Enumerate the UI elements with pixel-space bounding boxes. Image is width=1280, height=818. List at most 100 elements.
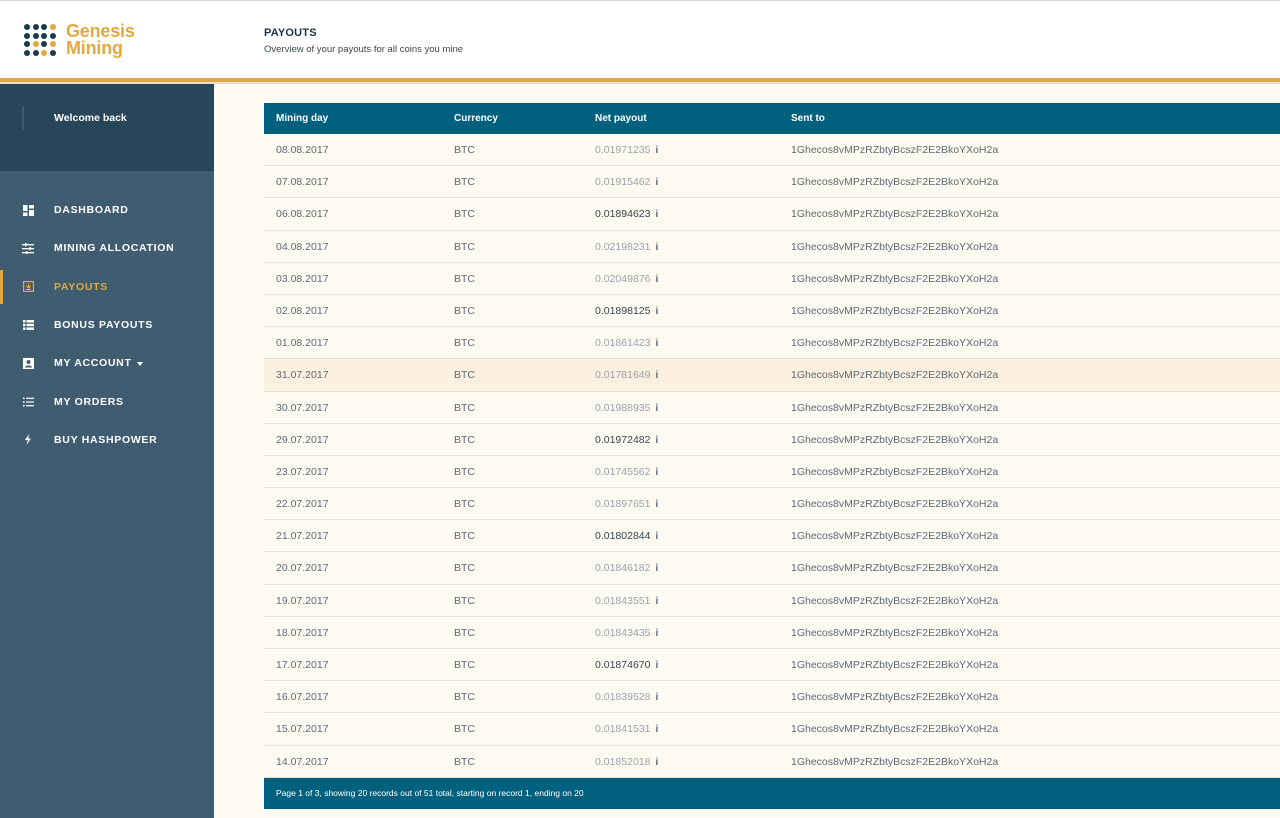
table-row[interactable]: 08.08.2017 BTC 0.01971235 i 1Ghecos8vMPzRZbt… xyxy=(264,134,1280,167)
sidebar-item-my-account[interactable]: MY ACCOUNT xyxy=(0,344,214,382)
column-header-net-payout[interactable]: Net payout xyxy=(595,113,647,124)
sidebar-item-label: BUY HASHPOWER xyxy=(54,433,158,446)
cell-net-payout: 0.01781649 i xyxy=(595,369,658,381)
cell-currency: BTC xyxy=(454,208,475,221)
sidebar-nav: DASHBOARD MINING ALLOCATION PAYOUTS BONU… xyxy=(0,191,214,459)
cell-net-payout: 0.01874670 i xyxy=(595,659,658,671)
bolt-icon xyxy=(22,434,34,446)
cell-mining-day: 06.08.2017 xyxy=(276,208,329,221)
sidebar-item-label: PAYOUTS xyxy=(54,280,108,293)
info-icon[interactable]: i xyxy=(655,306,658,317)
sidebar-item-label: MY ACCOUNT xyxy=(54,357,143,369)
cell-sent-to: 1Ghecos8vMPzRZbtyBcszF2E2BkoYXoH2a xyxy=(791,626,999,639)
table-row[interactable]: 02.08.2017 BTC 0.01898125 i 1Ghecos8vMPzRZbt… xyxy=(264,294,1280,328)
cell-net-payout: 0.01988935 i xyxy=(595,402,658,414)
cell-currency: BTC xyxy=(454,498,475,511)
table-row[interactable]: 15.07.2017 BTC 0.01841531 i 1Ghecos8vMPzRZbt… xyxy=(264,713,1280,746)
cell-currency: BTC xyxy=(454,272,475,285)
page-subtitle: Overview of your payouts for all coins y… xyxy=(264,44,464,55)
cell-mining-day: 01.08.2017 xyxy=(276,337,329,350)
cell-currency: BTC xyxy=(454,626,475,639)
cell-net-payout: 0.02049876 i xyxy=(595,273,658,285)
info-icon[interactable]: i xyxy=(655,435,658,446)
cell-currency: BTC xyxy=(454,304,475,317)
table-row[interactable]: 31.07.2017 BTC 0.01781649 i 1Ghecos8vMPzRZbt… xyxy=(264,359,1280,392)
cell-sent-to: 1Ghecos8vMPzRZbtyBcszF2E2BkoYXoH2a xyxy=(791,176,999,189)
payout-value: 0.01971235 xyxy=(595,144,651,156)
welcome-panel: Welcome back xyxy=(0,84,214,171)
table-row[interactable]: 06.08.2017 BTC 0.01894623 i 1Ghecos8vMPzRZbt… xyxy=(264,198,1280,231)
chevron-down-icon xyxy=(136,361,143,366)
cell-net-payout: 0.01898125 i xyxy=(595,305,658,317)
my-account-text: MY ACCOUNT xyxy=(54,357,132,370)
info-icon[interactable]: i xyxy=(655,596,658,607)
cell-sent-to: 1Ghecos8vMPzRZbtyBcszF2E2BkoYXoH2a xyxy=(791,208,999,221)
cell-mining-day: 23.07.2017 xyxy=(276,465,329,478)
table-row[interactable]: 23.07.2017 BTC 0.01745562 i 1Ghecos8vMPzRZbt… xyxy=(264,455,1280,489)
sidebar-item-dashboard[interactable]: DASHBOARD xyxy=(0,191,214,229)
sidebar-item-buy-hashpower[interactable]: BUY HASHPOWER xyxy=(0,421,214,459)
info-icon[interactable]: i xyxy=(655,499,658,510)
payout-value: 0.01846182 xyxy=(595,562,651,575)
info-icon[interactable]: i xyxy=(655,660,658,671)
info-icon[interactable]: i xyxy=(655,209,658,220)
welcome-text: Welcome back xyxy=(54,112,127,124)
cell-sent-to: 1Ghecos8vMPzRZbtyBcszF2E2BkoYXoH2a xyxy=(791,144,999,156)
dashboard-icon xyxy=(22,204,34,216)
info-icon[interactable]: i xyxy=(655,338,658,349)
table-row[interactable]: 07.08.2017 BTC 0.01915462 i 1Ghecos8vMPzRZbt… xyxy=(264,166,1280,199)
info-icon[interactable]: i xyxy=(655,692,658,703)
cell-sent-to: 1Ghecos8vMPzRZbtyBcszF2E2BkoYXoH2a xyxy=(791,369,999,382)
payout-value: 0.01839528 xyxy=(595,691,651,704)
table-row[interactable]: 03.08.2017 BTC 0.02049876 i 1Ghecos8vMPzRZbt… xyxy=(264,262,1280,295)
sidebar-item-payouts[interactable]: PAYOUTS xyxy=(0,268,214,306)
cell-currency: BTC xyxy=(454,176,475,189)
sidebar-item-bonus-payouts[interactable]: BONUS PAYOUTS xyxy=(0,306,214,344)
cell-sent-to: 1Ghecos8vMPzRZbtyBcszF2E2BkoYXoH2a xyxy=(791,240,999,253)
info-icon[interactable]: i xyxy=(655,145,658,156)
cell-mining-day: 20.07.2017 xyxy=(276,562,329,575)
table-row[interactable]: 14.07.2017 BTC 0.01852018 i 1Ghecos8vMPzRZbt… xyxy=(264,745,1280,778)
info-icon[interactable]: i xyxy=(655,628,658,639)
column-header-currency[interactable]: Currency xyxy=(454,113,498,124)
sidebar-item-my-orders[interactable]: MY ORDERS xyxy=(0,382,214,420)
table-row[interactable]: 30.07.2017 BTC 0.01988935 i 1Ghecos8vMPzRZbt… xyxy=(264,391,1280,424)
info-icon[interactable]: i xyxy=(655,242,658,253)
info-icon[interactable]: i xyxy=(655,757,658,768)
info-icon[interactable]: i xyxy=(655,531,658,542)
cell-mining-day: 03.08.2017 xyxy=(276,272,329,285)
table-row[interactable]: 17.07.2017 BTC 0.01874670 i 1Ghecos8vMPzRZbt… xyxy=(264,649,1280,682)
info-icon[interactable]: i xyxy=(655,724,658,735)
payout-value: 0.01898125 xyxy=(595,304,651,317)
genesis-mining-logo[interactable]: Genesis Mining xyxy=(24,22,135,59)
cell-sent-to: 1Ghecos8vMPzRZbtyBcszF2E2BkoYXoH2a xyxy=(791,755,999,768)
info-icon[interactable]: i xyxy=(655,563,658,574)
table-row[interactable]: 22.07.2017 BTC 0.01897651 i 1Ghecos8vMPzRZbt… xyxy=(264,488,1280,521)
cell-mining-day: 18.07.2017 xyxy=(276,626,329,639)
table-row[interactable]: 20.07.2017 BTC 0.01846182 i 1Ghecos8vMPzRZbt… xyxy=(264,552,1280,585)
sidebar-item-mining-allocation[interactable]: MINING ALLOCATION xyxy=(0,229,214,267)
table-row[interactable]: 04.08.2017 BTC 0.02198231 i 1Ghecos8vMPzRZbt… xyxy=(264,230,1280,263)
table-row[interactable]: 18.07.2017 BTC 0.01843435 i 1Ghecos8vMPzRZbt… xyxy=(264,616,1280,649)
cell-currency: BTC xyxy=(454,369,475,382)
cell-net-payout: 0.01843435 i xyxy=(595,627,658,639)
info-icon[interactable]: i xyxy=(655,177,658,188)
sidebar-item-label: MY ORDERS xyxy=(54,395,124,408)
table-row[interactable]: 29.07.2017 BTC 0.01972482 i 1Ghecos8vMPzRZbt… xyxy=(264,423,1280,456)
info-icon[interactable]: i xyxy=(655,467,658,478)
payout-value: 0.01972482 xyxy=(595,433,651,446)
info-icon[interactable]: i xyxy=(655,403,658,414)
payout-value: 0.02049876 xyxy=(595,272,651,285)
table-row[interactable]: 01.08.2017 BTC 0.01861423 i 1Ghecos8vMPzRZbt… xyxy=(264,327,1280,360)
sidebar: Welcome back DASHBOARD MINING ALLOCATION… xyxy=(0,84,214,818)
table-row[interactable]: 21.07.2017 BTC 0.01802844 i 1Ghecos8vMPzRZbt… xyxy=(264,520,1280,553)
cell-sent-to: 1Ghecos8vMPzRZbtyBcszF2E2BkoYXoH2a xyxy=(791,659,999,671)
column-header-sent-to[interactable]: Sent to xyxy=(791,113,825,124)
cell-mining-day: 22.07.2017 xyxy=(276,498,329,511)
table-row[interactable]: 19.07.2017 BTC 0.01843551 i 1Ghecos8vMPzRZbt… xyxy=(264,584,1280,617)
table-header: Mining day Currency Net payout Sent to xyxy=(264,103,1280,134)
column-header-mining-day[interactable]: Mining day xyxy=(276,113,328,124)
table-row[interactable]: 16.07.2017 BTC 0.01839528 i 1Ghecos8vMPzRZbt… xyxy=(264,681,1280,714)
info-icon[interactable]: i xyxy=(655,274,658,285)
info-icon[interactable]: i xyxy=(655,370,658,381)
